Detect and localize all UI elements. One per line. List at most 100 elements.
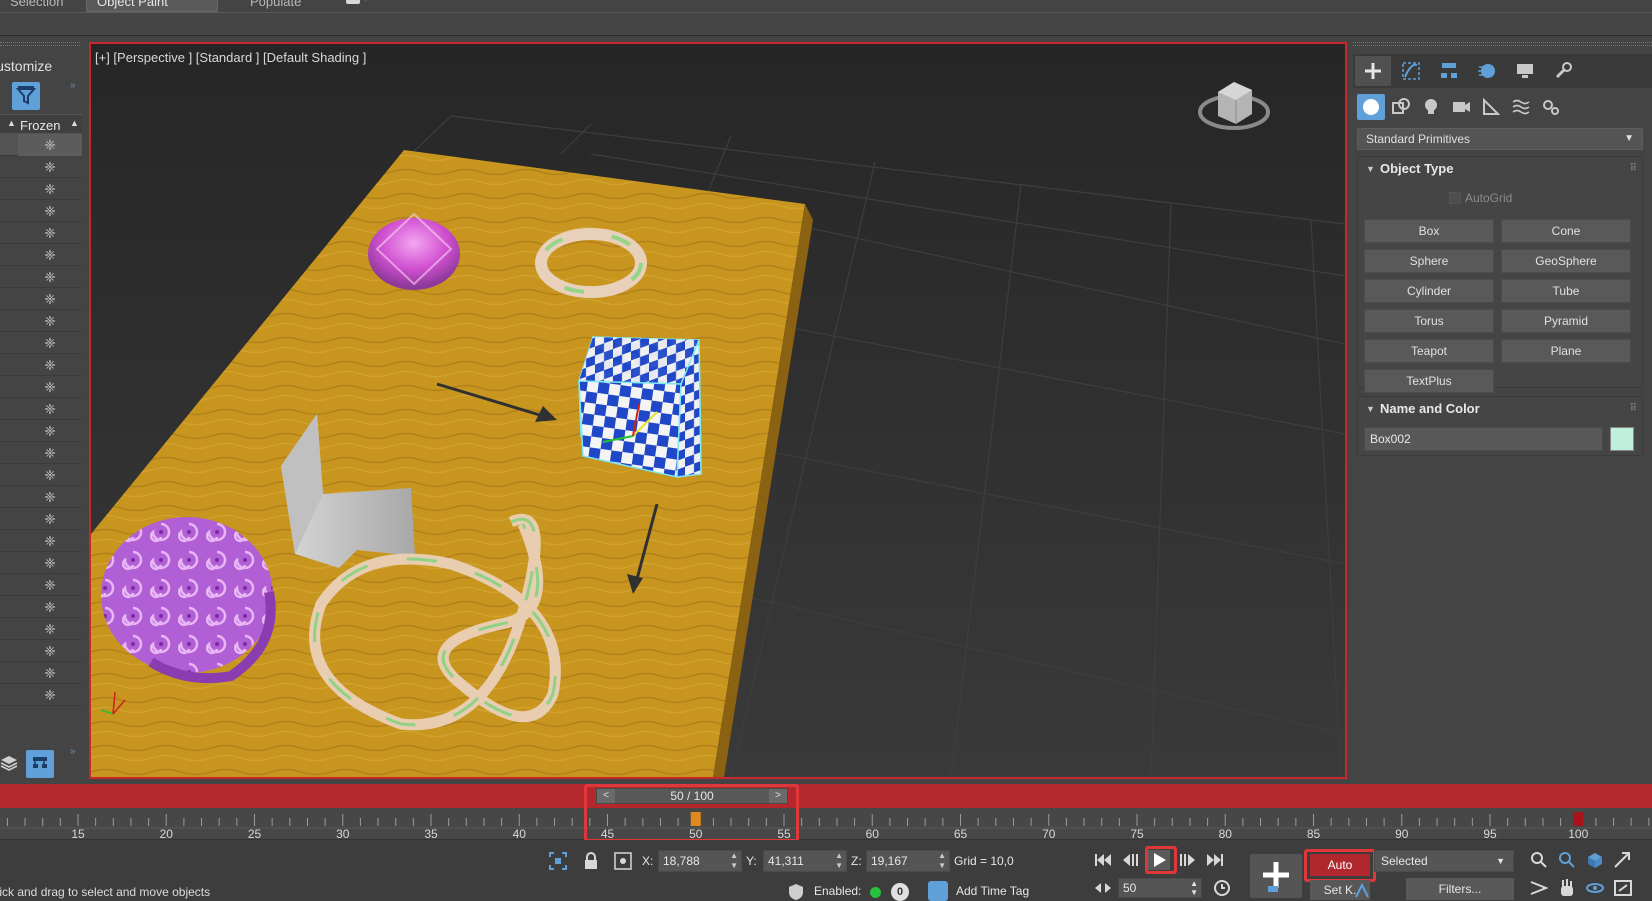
tab-create[interactable] [1355, 56, 1391, 86]
freeze-toggle-icon[interactable]: ❈ [18, 684, 82, 706]
plane-button[interactable]: Plane [1501, 339, 1631, 363]
tab-motion[interactable] [1469, 56, 1505, 86]
filter-button[interactable] [12, 82, 40, 110]
expand-chevron-icon[interactable]: » [70, 746, 76, 757]
z-coordinate-field[interactable]: 19,167 ▲ ▼ [866, 850, 950, 872]
box-button[interactable]: Box [1364, 219, 1494, 243]
tab-hierarchy[interactable] [1431, 56, 1467, 86]
freeze-toggle-icon[interactable]: ❈ [18, 508, 82, 530]
explorer-row[interactable]: ❈ [0, 244, 82, 266]
explorer-menu-customize[interactable]: Customize [0, 58, 52, 74]
freeze-toggle-icon[interactable]: ❈ [18, 310, 82, 332]
autogrid-box[interactable] [1449, 192, 1461, 204]
explorer-row[interactable]: ❈ [0, 288, 82, 310]
explorer-drag-handle[interactable] [0, 42, 80, 46]
enabled-count-badge[interactable]: 0 [891, 883, 909, 901]
tab-populate[interactable]: Populate [240, 0, 330, 12]
freeze-toggle-icon[interactable]: ❈ [18, 354, 82, 376]
freeze-toggle-icon[interactable]: ❈ [18, 618, 82, 640]
y-coordinate-field[interactable]: 41,311 ▲ ▼ [763, 850, 847, 872]
freeze-toggle-icon[interactable]: ❈ [18, 442, 82, 464]
explorer-row[interactable]: ❈ [0, 530, 82, 552]
tube-button[interactable]: Tube [1501, 279, 1631, 303]
freeze-toggle-icon[interactable]: ❈ [18, 200, 82, 222]
explorer-row[interactable]: ❈ [0, 684, 82, 706]
x-coordinate-field[interactable]: 18,788 ▲ ▼ [658, 850, 742, 872]
explorer-row[interactable]: ❈ [0, 178, 82, 200]
explorer-row[interactable]: ❈ [0, 464, 82, 486]
spinner-icon[interactable]: ▲ ▼ [938, 851, 946, 871]
freeze-toggle-icon[interactable]: ❈ [18, 574, 82, 596]
set-key-button[interactable] [1250, 854, 1302, 898]
time-configuration-button[interactable] [1212, 878, 1234, 898]
freeze-toggle-icon[interactable]: ❈ [18, 398, 82, 420]
freeze-toggle-icon[interactable]: ❈ [18, 552, 82, 574]
explorer-row[interactable]: ❈ [0, 398, 82, 420]
freeze-toggle-icon[interactable]: ❈ [18, 486, 82, 508]
rollout-grip-icon[interactable]: ⠿ [1630, 397, 1637, 421]
torus-button[interactable]: Torus [1364, 309, 1494, 333]
tab-utilities[interactable] [1545, 56, 1581, 86]
freeze-toggle-icon[interactable]: ❈ [18, 156, 82, 178]
freeze-toggle-icon[interactable]: ❈ [18, 530, 82, 552]
go-to-end-button[interactable] [1204, 850, 1226, 870]
explorer-row[interactable]: ❈ [0, 310, 82, 332]
explorer-row[interactable]: ❈ [0, 266, 82, 288]
cone-button[interactable]: Cone [1501, 219, 1631, 243]
tab-object-paint[interactable]: Object Paint [86, 0, 218, 12]
cameras-category[interactable] [1447, 94, 1475, 120]
systems-category[interactable] [1537, 94, 1565, 120]
explorer-row[interactable]: ❈ [0, 662, 82, 684]
object-type-header[interactable]: ▼ Object Type ⠿ [1358, 157, 1642, 181]
spinner-icon[interactable]: ▲ ▼ [835, 851, 843, 871]
absolute-mode-button[interactable] [613, 851, 633, 871]
freeze-toggle-icon[interactable]: ❈ [18, 332, 82, 354]
tab-modify[interactable] [1393, 56, 1429, 86]
previous-frame-button[interactable] [1120, 850, 1142, 870]
explorer-row[interactable]: ❈ [0, 618, 82, 640]
zoom-button[interactable] [1528, 850, 1550, 870]
freeze-toggle-icon[interactable]: ❈ [18, 376, 82, 398]
geosphere-button[interactable]: GeoSphere [1501, 249, 1631, 273]
textplus-button[interactable]: TextPlus [1364, 369, 1494, 393]
lights-category[interactable] [1417, 94, 1445, 120]
explorer-row[interactable]: ❈ [0, 442, 82, 464]
explorer-row[interactable]: ❈ [0, 134, 82, 156]
explorer-row[interactable]: ❈ [0, 574, 82, 596]
freeze-toggle-icon[interactable]: ❈ [18, 420, 82, 442]
explorer-row[interactable]: ❈ [0, 200, 82, 222]
animation-key-marker[interactable] [1573, 812, 1584, 826]
teapot-button[interactable]: Teapot [1364, 339, 1494, 363]
add-time-tag-button[interactable]: Add Time Tag [956, 884, 1029, 898]
freeze-toggle-icon[interactable]: ❈ [18, 464, 82, 486]
spinner-icon[interactable]: ▲ ▼ [730, 851, 738, 871]
explorer-row[interactable]: ❈ [0, 420, 82, 442]
hierarchy-button[interactable] [26, 750, 54, 778]
freeze-toggle-icon[interactable]: ❈ [18, 596, 82, 618]
sphere-button[interactable]: Sphere [1364, 249, 1494, 273]
ribbon-options-dropdown[interactable]: ▾ [346, 0, 372, 6]
freeze-toggle-icon[interactable]: ❈ [18, 222, 82, 244]
time-tag-icon[interactable] [928, 881, 948, 901]
spinner-icon[interactable]: ▲ ▼ [1190, 879, 1198, 897]
explorer-row[interactable]: ❈ [0, 596, 82, 618]
orbit-button[interactable] [1584, 878, 1606, 898]
freeze-toggle-icon[interactable]: ❈ [18, 266, 82, 288]
key-mode-toggle[interactable] [1092, 878, 1114, 898]
tab-display[interactable] [1507, 56, 1543, 86]
freeze-toggle-icon[interactable]: ❈ [18, 288, 82, 310]
object-name-field[interactable]: Box002 [1364, 427, 1603, 451]
viewport-label[interactable]: [+] [Perspective ] [Standard ] [Default … [95, 50, 366, 65]
explorer-row[interactable]: ❈ [0, 552, 82, 574]
primitive-type-dropdown[interactable]: Standard Primitives ▼ [1357, 128, 1643, 150]
zoom-all-button[interactable] [1556, 850, 1578, 870]
layers-button[interactable] [0, 754, 20, 774]
explorer-row[interactable]: ❈ [0, 486, 82, 508]
spacewarps-category[interactable] [1507, 94, 1535, 120]
autogrid-checkbox[interactable]: AutoGrid [1449, 191, 1512, 205]
geometry-category[interactable] [1357, 94, 1385, 120]
selection-lock-button[interactable] [581, 851, 601, 871]
explorer-column-header[interactable]: ▲ Frozen ▲ [0, 114, 82, 134]
track-bar[interactable]: 15 20 25 30 35 40 45 50 55 60 65 70 75 80 85 90 95 100 [0, 808, 1652, 840]
go-to-start-button[interactable] [1092, 850, 1114, 870]
